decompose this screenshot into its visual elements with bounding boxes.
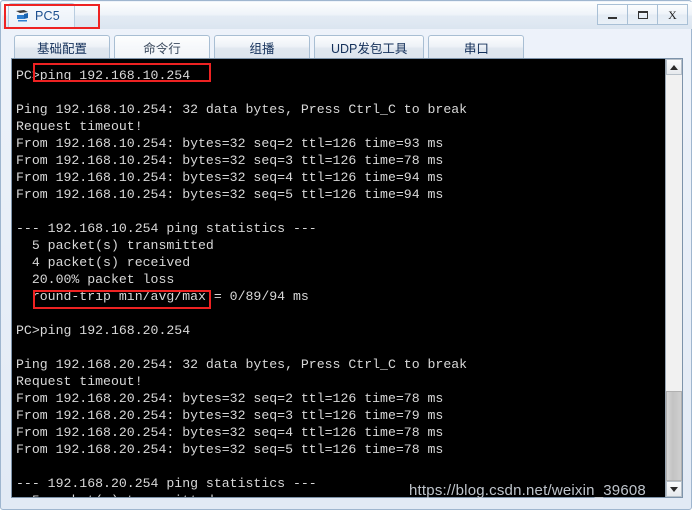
scrollbar-track-upper[interactable] bbox=[666, 75, 682, 391]
close-icon: X bbox=[668, 7, 677, 22]
tab-serial-port[interactable]: 串口 bbox=[428, 35, 525, 59]
terminal-line: From 192.168.20.254: bytes=32 seq=2 ttl=… bbox=[16, 391, 444, 406]
terminal-line: round-trip min/avg/max = 0/89/94 ms bbox=[16, 289, 309, 304]
terminal-line: From 192.168.20.254: bytes=32 seq=5 ttl=… bbox=[16, 442, 444, 457]
terminal-line: Ping 192.168.10.254: 32 data bytes, Pres… bbox=[16, 102, 468, 117]
terminal-output[interactable]: PC>ping 192.168.10.254 Ping 192.168.10.2… bbox=[14, 61, 658, 497]
terminal-scrollbar[interactable] bbox=[665, 59, 682, 497]
window-title-tab[interactable]: PC5 bbox=[8, 2, 75, 29]
terminal-line: From 192.168.10.254: bytes=32 seq=2 ttl=… bbox=[16, 136, 444, 151]
minimize-button[interactable] bbox=[597, 4, 628, 25]
maximize-icon bbox=[637, 10, 648, 19]
terminal-line: --- 192.168.20.254 ping statistics --- bbox=[16, 476, 317, 491]
scroll-down-button[interactable] bbox=[666, 481, 682, 497]
pc5-window: PC5 X 基础配置 命令行 组播 UDP发包工具 串口 PC>ping 192… bbox=[0, 0, 692, 510]
pc-device-icon bbox=[15, 9, 30, 23]
terminal-line: 20.00% packet loss bbox=[16, 272, 175, 287]
scroll-up-button[interactable] bbox=[666, 59, 682, 75]
tab-command-line[interactable]: 命令行 bbox=[114, 35, 210, 59]
window-title-text: PC5 bbox=[35, 9, 60, 23]
terminal-line: From 192.168.10.254: bytes=32 seq=4 ttl=… bbox=[16, 170, 444, 185]
minimize-icon bbox=[608, 16, 617, 19]
tab-label: 串口 bbox=[463, 42, 489, 56]
tab-strip: 基础配置 命令行 组播 UDP发包工具 串口 bbox=[14, 34, 680, 59]
window-controls: X bbox=[597, 4, 688, 25]
close-button[interactable]: X bbox=[657, 4, 688, 25]
terminal-line: 5 packet(s) transmitted bbox=[16, 238, 214, 253]
tab-label: UDP发包工具 bbox=[331, 42, 408, 56]
terminal-line: From 192.168.10.254: bytes=32 seq=3 ttl=… bbox=[16, 153, 444, 168]
tab-label: 基础配置 bbox=[36, 42, 87, 56]
terminal-line: PC>ping 192.168.10.254 bbox=[16, 68, 191, 83]
terminal-line: Request timeout! bbox=[16, 374, 143, 389]
terminal-line: PC>ping 192.168.20.254 bbox=[16, 323, 191, 338]
terminal-line: Request timeout! bbox=[16, 119, 143, 134]
tab-multicast[interactable]: 组播 bbox=[214, 35, 310, 59]
tab-udp-tool[interactable]: UDP发包工具 bbox=[314, 35, 425, 59]
scrollbar-thumb[interactable] bbox=[666, 391, 682, 481]
terminal-line: Ping 192.168.20.254: 32 data bytes, Pres… bbox=[16, 357, 468, 372]
terminal-line: --- 192.168.10.254 ping statistics --- bbox=[16, 221, 317, 236]
terminal-line: From 192.168.20.254: bytes=32 seq=3 ttl=… bbox=[16, 408, 444, 423]
terminal-line: 5 packet(s) transmitted bbox=[16, 492, 658, 497]
terminal-line: From 192.168.20.254: bytes=32 seq=4 ttl=… bbox=[16, 425, 444, 440]
chevron-up-icon bbox=[670, 64, 678, 70]
tab-label: 组播 bbox=[249, 42, 275, 56]
maximize-button[interactable] bbox=[627, 4, 658, 25]
terminal-line: 4 packet(s) received bbox=[16, 255, 191, 270]
title-bar: PC5 X bbox=[2, 2, 692, 29]
terminal-panel[interactable]: PC>ping 192.168.10.254 Ping 192.168.10.2… bbox=[11, 58, 683, 498]
chevron-down-icon bbox=[670, 486, 678, 492]
terminal-line: From 192.168.10.254: bytes=32 seq=5 ttl=… bbox=[16, 187, 444, 202]
tab-label: 命令行 bbox=[143, 42, 181, 56]
tab-basic-config[interactable]: 基础配置 bbox=[14, 35, 110, 59]
